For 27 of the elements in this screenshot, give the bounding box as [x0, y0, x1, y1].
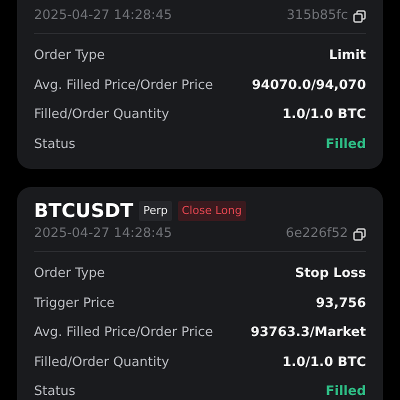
field-value: Stop Loss — [294, 265, 366, 283]
field-label: Filled/Order Quantity — [34, 354, 170, 372]
field-value: 93763.3/Market — [250, 324, 366, 342]
field-value: Filled — [326, 383, 366, 400]
order-tag: Close Long — [178, 200, 246, 222]
field-label: Status — [34, 383, 76, 400]
field-label: Order Type — [34, 47, 105, 65]
field-label: Order Type — [34, 265, 105, 283]
field-value: Limit — [329, 47, 366, 65]
field-label: Status — [34, 136, 76, 154]
field-value: 94070.0/94,070 — [252, 76, 366, 94]
field-value: Filled — [326, 136, 366, 154]
symbol-title: BTCUSDT — [34, 198, 134, 224]
copy-icon[interactable] — [353, 10, 366, 22]
field-label: Filled/Order Quantity — [34, 106, 170, 124]
order-time: 2025-04-27 14:28:45 — [34, 7, 172, 26]
field-label: Trigger Price — [34, 294, 115, 312]
field-value: 1.0/1.0 BTC — [282, 106, 366, 124]
field-value: 1.0/1.0 BTC — [282, 354, 366, 372]
order-tag: Perp — [139, 200, 172, 222]
order-id: 6e226f52 — [286, 225, 348, 244]
field-label: Avg. Filled Price/Order Price — [34, 76, 213, 94]
order-time: 2025-04-27 14:28:45 — [34, 225, 172, 244]
copy-icon[interactable] — [353, 228, 366, 240]
field-value: 93,756 — [316, 294, 366, 312]
order-id: 315b85fc — [286, 7, 348, 26]
field-label: Avg. Filled Price/Order Price — [34, 324, 213, 342]
